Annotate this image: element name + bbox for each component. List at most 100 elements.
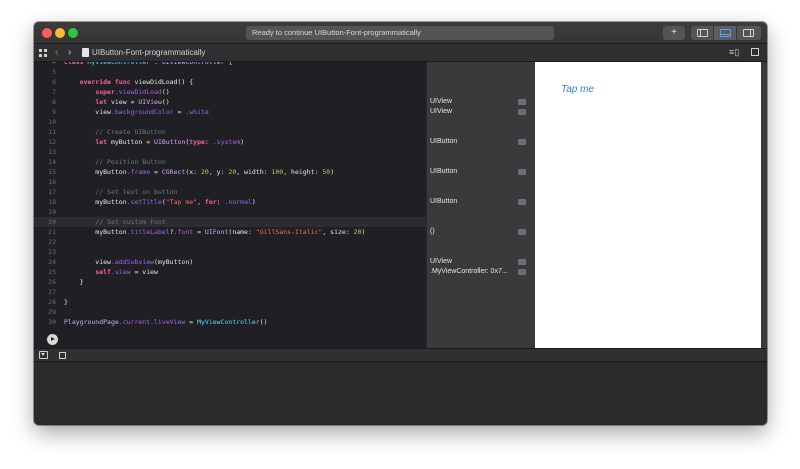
code-line[interactable]: 15 myButton.frame = CGRect(x: 20, y: 20,…: [34, 167, 426, 177]
editor-options-icon[interactable]: ≡▯: [729, 44, 739, 61]
xcode-playground-window: Ready to continue UIButton-Font-programm…: [34, 22, 767, 425]
quick-look-icon[interactable]: [518, 259, 526, 265]
code-line[interactable]: 14 // Position Button: [34, 157, 426, 167]
debug-bar: [34, 348, 767, 362]
live-view: Tap me: [535, 62, 761, 348]
forward-chevron-icon[interactable]: ›: [68, 44, 71, 61]
back-chevron-icon[interactable]: ‹: [55, 44, 58, 61]
code-text: }: [64, 298, 68, 306]
add-button[interactable]: +: [663, 26, 685, 40]
close-window-button[interactable]: [42, 28, 52, 38]
minimize-window-button[interactable]: [55, 28, 65, 38]
result-item[interactable]: UIView: [430, 257, 528, 267]
line-number: 15: [48, 168, 56, 176]
code-line[interactable]: 9 view.backgroundColor = .white: [34, 107, 426, 117]
result-item[interactable]: UIButton: [430, 137, 528, 147]
code-text: // Position Button: [64, 158, 166, 166]
code-line[interactable]: 29: [34, 307, 426, 317]
code-line[interactable]: 8 let view = UIView(): [34, 97, 426, 107]
code-line[interactable]: 11 // Create UIButton: [34, 127, 426, 137]
code-text: let myButton = UIButton(type: .system): [95, 138, 245, 146]
related-items-grid-icon[interactable]: [39, 49, 47, 57]
tap-me-button[interactable]: Tap me: [561, 84, 594, 95]
code-line[interactable]: 26 }: [34, 277, 426, 287]
result-item[interactable]: UIView: [430, 107, 528, 117]
line-number: 22: [48, 238, 56, 246]
code-line[interactable]: 12 let myButton = UIButton(type: .system…: [34, 137, 426, 147]
code-line[interactable]: 21 myButton.titleLabel?.font = UIFont(na…: [34, 227, 426, 237]
code-text: // Create UIButton: [64, 128, 166, 136]
playground-file-icon: [82, 48, 89, 57]
code-line[interactable]: 7 super.viewDidLoad(): [34, 87, 426, 97]
code-text: view.addSubview(myButton): [64, 258, 194, 266]
code-line[interactable]: 30 PlaygroundPage.current.liveView = MyVi…: [34, 317, 426, 327]
code-line[interactable]: 20 // Set custom Font: [34, 217, 426, 227]
line-number: 20: [48, 218, 56, 226]
quick-look-icon[interactable]: [518, 229, 526, 235]
code-line[interactable]: 25 self.view = view: [34, 267, 426, 277]
breadcrumb-file[interactable]: UIButton-Font-programmatically: [92, 44, 205, 61]
run-playground-button[interactable]: [47, 334, 58, 345]
line-number: 27: [48, 288, 56, 296]
code-text: override func viewDidLoad() {: [79, 78, 194, 86]
hide-debug-area-icon[interactable]: [39, 351, 48, 359]
code-line[interactable]: 6 override func viewDidLoad() {: [34, 77, 426, 87]
quick-look-icon[interactable]: [518, 99, 526, 105]
code-editor[interactable]: 4 class MyViewController : UIViewControll…: [34, 62, 426, 348]
result-value: UIButton: [430, 138, 458, 145]
toggle-debug-area-button[interactable]: [714, 26, 736, 40]
code-text: let view = UIView(): [95, 98, 170, 106]
stop-icon[interactable]: [59, 352, 66, 359]
code-text: super.viewDidLoad(): [95, 88, 170, 96]
quick-look-icon[interactable]: [518, 199, 526, 205]
code-line[interactable]: 5: [34, 67, 426, 77]
result-value: UIView: [430, 98, 453, 105]
code-text: myButton.setTitle("Tap me", for: .normal…: [64, 198, 256, 206]
line-number: 9: [52, 108, 56, 116]
toggle-navigator-button[interactable]: [691, 26, 713, 40]
code-text: // Set custom Font: [64, 218, 166, 226]
code-line[interactable]: 27: [34, 287, 426, 297]
result-value: UIView: [430, 258, 453, 265]
result-value: (): [430, 228, 435, 235]
code-line[interactable]: 17 // Set text on button: [34, 187, 426, 197]
zoom-window-button[interactable]: [68, 28, 78, 38]
result-value: UIButton: [430, 198, 458, 205]
quick-look-icon[interactable]: [518, 139, 526, 145]
code-text: }: [64, 278, 84, 286]
add-editor-icon[interactable]: [751, 48, 759, 56]
line-number: 14: [48, 158, 56, 166]
line-number: 28: [48, 298, 56, 306]
quick-look-icon[interactable]: [518, 269, 526, 275]
result-item[interactable]: UIView: [430, 97, 528, 107]
quick-look-icon[interactable]: [518, 109, 526, 115]
result-item[interactable]: (): [430, 227, 528, 237]
code-line[interactable]: 23: [34, 247, 426, 257]
line-number: 8: [52, 98, 56, 106]
line-number: 7: [52, 88, 56, 96]
code-line[interactable]: 13: [34, 147, 426, 157]
code-line[interactable]: 16: [34, 177, 426, 187]
result-item[interactable]: UIButton: [430, 197, 528, 207]
code-line[interactable]: 28}: [34, 297, 426, 307]
code-line[interactable]: 19: [34, 207, 426, 217]
line-number: 6: [52, 78, 56, 86]
line-number: 24: [48, 258, 56, 266]
line-number: 23: [48, 248, 56, 256]
line-number: 21: [48, 228, 56, 236]
code-line[interactable]: 22: [34, 237, 426, 247]
code-line[interactable]: 24 view.addSubview(myButton): [34, 257, 426, 267]
line-number: 30: [48, 318, 56, 326]
line-number: 19: [48, 208, 56, 216]
bottom-panel-icon: [720, 29, 731, 37]
jump-bar: ‹ › UIButton-Font-programmatically ≡▯: [34, 44, 767, 62]
code-line[interactable]: 10: [34, 117, 426, 127]
live-view-panel: Tap me: [529, 62, 767, 348]
code-line[interactable]: 18 myButton.setTitle("Tap me", for: .nor…: [34, 197, 426, 207]
console-area[interactable]: [34, 362, 767, 425]
result-item[interactable]: .MyViewController: 0x7...: [430, 267, 528, 277]
quick-look-icon[interactable]: [518, 169, 526, 175]
toggle-inspector-button[interactable]: [737, 26, 761, 40]
result-item[interactable]: UIButton: [430, 167, 528, 177]
code-text: self.view = view: [95, 268, 158, 276]
